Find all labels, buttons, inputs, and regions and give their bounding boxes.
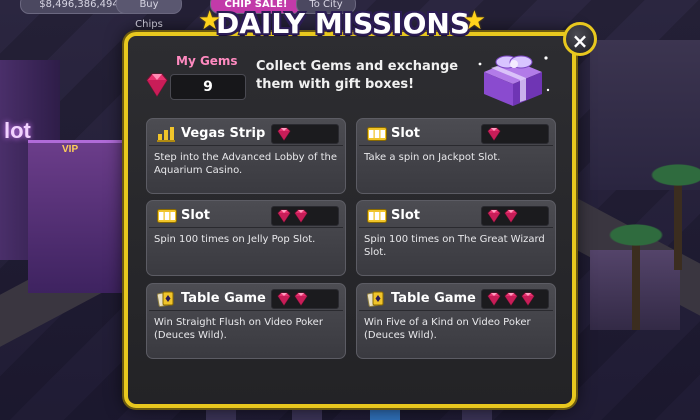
slot-reels-icon [367,126,387,142]
mission-category: Slot [391,208,420,223]
mission-reward [481,289,549,309]
gem-icon [146,73,168,97]
mission-header: Slot [359,203,553,228]
palm-tree [604,222,668,330]
casino-building [28,140,138,293]
my-gems-count: 9 [170,74,246,100]
mission-reward [271,206,339,226]
vip-sign: VIP [62,144,79,155]
gem-icon [486,208,502,227]
mission-header: Vegas Strip [149,121,343,146]
gem-icon [293,208,309,227]
gem-icon [486,126,502,145]
mission-description: Spin 100 times on Jelly Pop Slot. [154,234,316,245]
gem-icon [276,126,292,145]
chip-stacks-icon [157,126,175,142]
mission-reward [271,124,339,144]
mission-description: Win Five of a Kind on Video Poker (Deuce… [364,317,531,341]
dialog-title-banner: ★ DAILY MISSIONS ★ [198,4,486,44]
star-icon: ★ [198,6,222,36]
mission-category: Slot [181,208,210,223]
mission-category: Slot [391,126,420,141]
slot-reels-icon [157,208,177,224]
mission-category: Vegas Strip [181,126,266,141]
mission-reward [481,124,549,144]
mission-description: Spin 100 times on The Great Wizard Slot. [364,234,545,258]
mission-description: Step into the Advanced Lobby of the Aqua… [154,152,337,176]
mission-description: Win Straight Flush on Video Poker (Deuce… [154,317,323,341]
gem-icon [276,291,292,310]
my-gems-label: My Gems [176,54,238,68]
gift-box-icon[interactable] [474,50,552,108]
casino-neon-sign: lot [4,118,31,143]
playing-cards-icon [156,291,175,308]
mission-header: Table Game [149,286,343,311]
slot-reels-icon [367,208,387,224]
gem-icon [276,208,292,227]
mission-card[interactable]: Slot Spin 100 times on The Great Wizard S… [356,200,556,276]
palm-tree [646,162,700,270]
gem-icon [486,291,502,310]
gem-icon [503,208,519,227]
mission-reward [271,289,339,309]
gem-icon [503,291,519,310]
mission-header: Table Game [359,286,553,311]
mission-header: Slot [359,121,553,146]
gem-icon [293,291,309,310]
mission-card[interactable]: Slot Spin 100 times on Jelly Pop Slot. [146,200,346,276]
buy-chips-button[interactable]: Buy Chips [116,0,182,30]
mission-card[interactable]: Table Game Win Straight Flush on Video Po… [146,283,346,359]
close-button[interactable]: × [563,22,597,56]
gem-icon [520,291,536,310]
dialog-title: DAILY MISSIONS [215,7,470,40]
mission-category: Table Game [181,291,266,306]
mission-card[interactable]: Slot Take a spin on Jackpot Slot. [356,118,556,194]
star-icon: ★ [462,6,486,36]
close-icon: × [571,29,589,53]
intro-text: Collect Gems and exchange them with gift… [256,59,459,92]
mission-description: Take a spin on Jackpot Slot. [364,152,501,163]
playing-cards-icon [366,291,385,308]
mission-header: Slot [149,203,343,228]
mission-category: Table Game [391,291,476,306]
mission-card[interactable]: Table Game Win Five of a Kind on Video Po… [356,283,556,359]
mission-card[interactable]: Vegas Strip Step into the Advanced Lobby … [146,118,346,194]
mission-reward [481,206,549,226]
